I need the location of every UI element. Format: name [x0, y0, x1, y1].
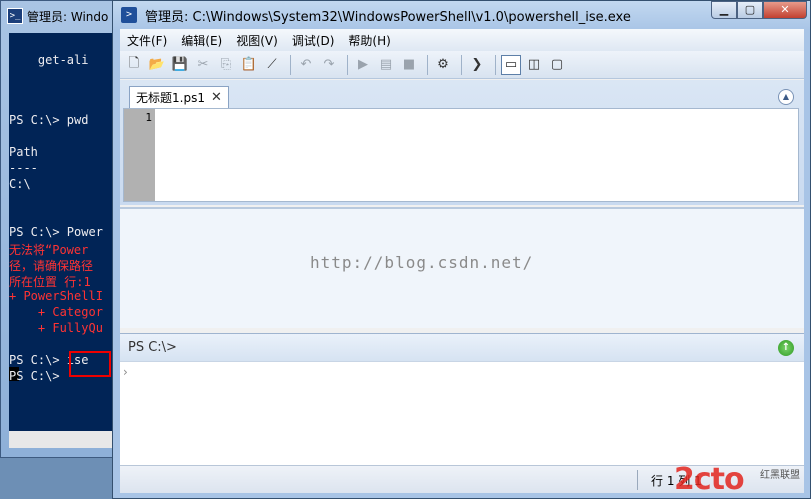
- toolbar-separator: [347, 54, 348, 75]
- ise-title-bar[interactable]: > 管理员: C:\Windows\System32\WindowsPowerS…: [113, 1, 810, 29]
- maximize-button[interactable]: ▢: [737, 1, 763, 19]
- console-line: + FullyQu: [9, 321, 103, 335]
- ise-client: 文件(F) 编辑(E) 视图(V) 调试(D) 帮助(H) 🗋 📂 💾 ✂ ⎘ 📋 ⟋ ↶ ↷ ▶ ▤ ■ ⚙ ❯…: [120, 29, 804, 497]
- console-title: 管理员: Windo: [27, 9, 109, 24]
- remote-icon[interactable]: ⚙: [433, 55, 453, 75]
- menu-help[interactable]: 帮助(H): [341, 32, 397, 49]
- menu-file[interactable]: 文件(F): [120, 32, 174, 49]
- menu-edit[interactable]: 编辑(E): [174, 32, 229, 49]
- new-file-icon[interactable]: 🗋: [124, 55, 144, 75]
- console-line: ----: [9, 161, 38, 175]
- collapse-script-pane-icon[interactable]: ▲: [778, 89, 794, 105]
- console-line: get-ali: [9, 53, 89, 67]
- tab-label: 无标题1.ps1: [136, 91, 205, 105]
- open-folder-icon[interactable]: 📂: [147, 55, 167, 75]
- run-selection-icon[interactable]: ▤: [376, 55, 396, 75]
- script-editor[interactable]: 1: [123, 108, 799, 202]
- menu-bar: 文件(F) 编辑(E) 视图(V) 调试(D) 帮助(H): [120, 29, 804, 51]
- line-number-gutter: 1: [124, 109, 155, 201]
- clear-icon[interactable]: ⟋: [262, 55, 282, 75]
- redo-icon[interactable]: ↷: [319, 55, 339, 75]
- line-number: 1: [145, 111, 152, 124]
- script-pane: 无标题1.ps1 ✕ ▲ 1: [120, 80, 804, 205]
- console-line: Path: [9, 145, 38, 159]
- console-line: 所在位置 行:1: [9, 275, 91, 289]
- console-line: PS C:\> pwd: [9, 113, 89, 127]
- console-line: C:\: [9, 177, 31, 191]
- powershell-icon: >_: [7, 8, 23, 24]
- menu-view[interactable]: 视图(V): [229, 32, 285, 49]
- ise-title: 管理员: C:\Windows\System32\WindowsPowerShe…: [145, 9, 631, 25]
- watermark-text: http://blog.csdn.net/: [310, 253, 534, 272]
- layout-right-icon[interactable]: ◫: [524, 55, 544, 75]
- highlight-box: [69, 351, 111, 377]
- powershell-ise-icon: >: [121, 7, 137, 23]
- command-pane-header: PS C:\> ↑: [120, 333, 804, 361]
- console-line: + Categor: [9, 305, 103, 319]
- tab-untitled1[interactable]: 无标题1.ps1 ✕: [129, 86, 229, 108]
- run-command-icon[interactable]: ↑: [778, 340, 794, 356]
- run-icon[interactable]: ▶: [353, 55, 373, 75]
- cut-icon[interactable]: ✂: [193, 55, 213, 75]
- menu-debug[interactable]: 调试(D): [285, 32, 342, 49]
- console-line: PS C:\> Power: [9, 225, 103, 239]
- status-divider: [637, 470, 638, 490]
- command-input[interactable]: ›: [120, 361, 804, 465]
- console-line: PS C:\>: [9, 369, 60, 383]
- status-bar: 行 1 列 1 2cto 红黑联盟: [120, 462, 804, 497]
- command-prompt: PS C:\>: [128, 340, 177, 355]
- console-horizontal-scrollbar[interactable]: [9, 431, 119, 448]
- minimize-button[interactable]: ▁: [711, 1, 737, 19]
- tab-close-icon[interactable]: ✕: [211, 90, 222, 105]
- console-line: + PowerShellI: [9, 289, 103, 303]
- site-logo: 2cto: [674, 462, 745, 497]
- toolbar: 🗋 📂 💾 ✂ ⎘ 📋 ⟋ ↶ ↷ ▶ ▤ ■ ⚙ ❯ ▭ ◫ ▢: [120, 51, 804, 79]
- output-pane[interactable]: http://blog.csdn.net/: [120, 207, 804, 328]
- console-title-bar[interactable]: >_ 管理员: Windo: [7, 5, 127, 27]
- console-line: 径，请确保路径: [9, 259, 94, 273]
- console-window[interactable]: >_ 管理员: Windo get-ali PS C:\> pwd Path ----…: [0, 0, 124, 458]
- toolbar-separator: [290, 54, 291, 75]
- layout-max-icon[interactable]: ▢: [547, 55, 567, 75]
- undo-icon[interactable]: ↶: [296, 55, 316, 75]
- layout-top-icon[interactable]: ▭: [501, 54, 521, 75]
- console-line: 无法将“Power: [9, 243, 89, 257]
- toolbar-separator: [427, 54, 428, 75]
- save-icon[interactable]: 💾: [170, 55, 190, 75]
- close-button[interactable]: ✕: [763, 1, 807, 19]
- ise-window[interactable]: > 管理员: C:\Windows\System32\WindowsPowerS…: [112, 0, 811, 499]
- input-caret: ›: [123, 365, 128, 379]
- copy-icon[interactable]: ⎘: [216, 55, 236, 75]
- stop-icon[interactable]: ■: [399, 55, 419, 75]
- paste-icon[interactable]: 📋: [239, 55, 259, 75]
- toolbar-separator: [461, 54, 462, 75]
- toolbar-separator: [495, 54, 496, 75]
- powershell-icon[interactable]: ❯: [467, 55, 487, 75]
- site-logo-subtitle: 红黑联盟: [760, 470, 800, 481]
